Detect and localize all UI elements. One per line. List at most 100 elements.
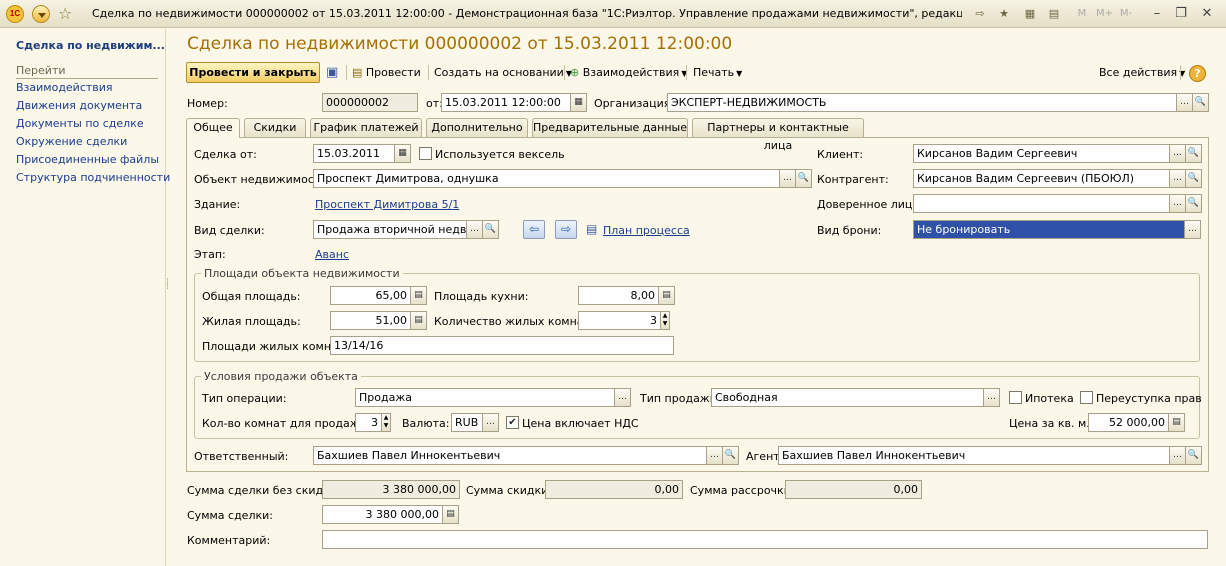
comment-field[interactable] bbox=[322, 530, 1208, 549]
tab-discounts[interactable]: Скидки bbox=[244, 118, 306, 137]
save-icon[interactable]: ▣ bbox=[326, 62, 342, 83]
deal-sum-field[interactable]: 3 380 000,00 bbox=[322, 505, 443, 524]
calendar-icon[interactable]: ▦ bbox=[570, 93, 587, 112]
sale-type-field[interactable]: Свободная bbox=[711, 388, 984, 407]
create-based-on-button[interactable]: Создать на основании ▼ bbox=[434, 62, 572, 83]
nav-item-movements[interactable]: Движения документа bbox=[16, 99, 142, 112]
tab-partners-contacts[interactable]: Партнеры и контактные лица bbox=[692, 118, 864, 152]
select-dots-button[interactable]: … bbox=[1169, 446, 1186, 465]
living-area-field[interactable]: 51,00 bbox=[330, 311, 411, 330]
operation-type-field[interactable]: Продажа bbox=[355, 388, 615, 407]
price-field[interactable]: 52 000,00 bbox=[1088, 413, 1169, 432]
nav-item-subordination[interactable]: Структура подчиненности bbox=[16, 171, 170, 184]
trustee-field[interactable] bbox=[913, 194, 1170, 213]
rooms-count-spinner[interactable]: ▲ ▼ bbox=[660, 311, 670, 330]
room-areas-field[interactable]: 13/14/16 bbox=[330, 336, 674, 355]
all-actions-button[interactable]: Все действия ▼ bbox=[1099, 62, 1185, 83]
minimize-button[interactable]: – bbox=[1146, 5, 1168, 23]
post-button[interactable]: ▤ Провести bbox=[352, 62, 421, 83]
select-dots-button[interactable]: … bbox=[466, 220, 483, 239]
panel-splitter-handle[interactable]: ⁞ ⁞ bbox=[166, 278, 169, 292]
open-search-icon[interactable]: 🔍 bbox=[795, 169, 812, 188]
main-menu-button[interactable] bbox=[32, 5, 50, 23]
vat-checkbox[interactable]: ✔ bbox=[506, 416, 519, 429]
select-dots-button[interactable]: … bbox=[706, 446, 723, 465]
previous-stage-button[interactable]: ⇦ bbox=[523, 220, 545, 239]
calculator-icon[interactable]: ▤ bbox=[442, 505, 459, 524]
organization-field[interactable]: ЭКСПЕРТ-НЕДВИЖИМОСТЬ bbox=[667, 93, 1177, 112]
bill-checkbox[interactable] bbox=[419, 147, 432, 160]
interactions-button[interactable]: ⊕ Взаимодействия ▼ bbox=[570, 62, 687, 83]
agent-field[interactable]: Бахшиев Павел Иннокентьевич bbox=[778, 446, 1170, 465]
select-dots-button[interactable]: … bbox=[482, 413, 499, 432]
mortgage-label: Ипотека bbox=[1025, 392, 1074, 405]
process-plan-link[interactable]: План процесса bbox=[603, 224, 690, 237]
responsible-field[interactable]: Бахшиев Павел Иннокентьевич bbox=[313, 446, 707, 465]
deal-type-field[interactable]: Продажа вторичной недвижи bbox=[313, 220, 467, 239]
select-dots-button[interactable]: … bbox=[1184, 220, 1201, 239]
building-link[interactable]: Проспект Димитрова 5/1 bbox=[315, 198, 459, 211]
close-button[interactable]: ✕ bbox=[1196, 5, 1218, 23]
total-area-field[interactable]: 65,00 bbox=[330, 286, 411, 305]
booking-field[interactable]: Не бронировать bbox=[913, 220, 1185, 239]
object-field[interactable]: Проспект Димитрова, однушка bbox=[313, 169, 780, 188]
tab-general[interactable]: Общее bbox=[186, 118, 240, 138]
rooms-count-field[interactable]: 3 bbox=[578, 311, 661, 330]
client-field[interactable]: Кирсанов Вадим Сергеевич bbox=[913, 144, 1170, 163]
assignment-checkbox[interactable] bbox=[1080, 391, 1093, 404]
memory-plus-button[interactable]: M+ bbox=[1096, 6, 1113, 22]
deal-type-label: Вид сделки: bbox=[194, 224, 265, 237]
next-stage-button[interactable]: ⇨ bbox=[555, 220, 577, 239]
tab-preliminary-data[interactable]: Предварительные данные bbox=[532, 118, 688, 137]
link-arrow-icon[interactable]: ⇨ bbox=[972, 6, 988, 22]
print-button[interactable]: Печать ▼ bbox=[693, 62, 742, 83]
maximize-button[interactable]: ❐ bbox=[1170, 5, 1192, 23]
calculator-icon[interactable]: ▤ bbox=[1168, 413, 1185, 432]
open-search-icon[interactable]: 🔍 bbox=[1185, 194, 1202, 213]
stage-link[interactable]: Аванс bbox=[315, 248, 349, 261]
nav-item-interactions[interactable]: Взаимодействия bbox=[16, 81, 113, 94]
deal-from-field[interactable]: 15.03.2011 bbox=[313, 144, 395, 163]
mortgage-checkbox[interactable] bbox=[1009, 391, 1022, 404]
nav-item-attached-files[interactable]: Присоединенные файлы bbox=[16, 153, 159, 166]
calculator-icon[interactable]: ▤ bbox=[410, 286, 427, 305]
open-search-icon[interactable]: 🔍 bbox=[1185, 169, 1202, 188]
counterparty-field[interactable]: Кирсанов Вадим Сергеевич (ПБОЮЛ) bbox=[913, 169, 1170, 188]
select-dots-button[interactable]: … bbox=[1169, 144, 1186, 163]
kitchen-area-field[interactable]: 8,00 bbox=[578, 286, 659, 305]
select-dots-button[interactable]: … bbox=[1176, 93, 1193, 112]
tab-payment-schedule[interactable]: График платежей bbox=[310, 118, 422, 137]
calendar-icon[interactable]: ▦ bbox=[1022, 6, 1038, 22]
select-dots-button[interactable]: … bbox=[1169, 194, 1186, 213]
nav-item-deal-documents[interactable]: Документы по сделке bbox=[16, 117, 144, 130]
calculator-icon[interactable]: ▤ bbox=[1046, 6, 1062, 22]
interactions-label: Взаимодействия bbox=[582, 66, 680, 79]
tab-additional[interactable]: Дополнительно bbox=[426, 118, 528, 137]
price-label: Цена за кв. м.: bbox=[1009, 417, 1094, 430]
currency-field[interactable]: RUB bbox=[451, 413, 483, 432]
select-dots-button[interactable]: … bbox=[779, 169, 796, 188]
open-search-icon[interactable]: 🔍 bbox=[722, 446, 739, 465]
open-search-icon[interactable]: 🔍 bbox=[1192, 93, 1209, 112]
star-icon[interactable]: ★ bbox=[996, 6, 1012, 22]
open-search-icon[interactable]: 🔍 bbox=[1185, 144, 1202, 163]
select-dots-button[interactable]: … bbox=[983, 388, 1000, 407]
rooms-for-sale-spinner[interactable]: ▲ ▼ bbox=[381, 413, 391, 432]
select-dots-button[interactable]: … bbox=[1169, 169, 1186, 188]
open-search-icon[interactable]: 🔍 bbox=[1185, 446, 1202, 465]
memory-minus-button[interactable]: M- bbox=[1118, 6, 1134, 22]
post-and-close-button[interactable]: Провести и закрыть bbox=[186, 62, 320, 83]
help-button[interactable]: ? bbox=[1189, 65, 1206, 82]
date-field[interactable]: 15.03.2011 12:00:00 bbox=[441, 93, 571, 112]
app-logo-icon[interactable]: 1С bbox=[6, 5, 24, 23]
select-dots-button[interactable]: … bbox=[614, 388, 631, 407]
number-field[interactable]: 000000002 bbox=[322, 93, 418, 112]
favorite-star-icon[interactable]: ☆ bbox=[58, 5, 76, 23]
nav-item-deal-environment[interactable]: Окружение сделки bbox=[16, 135, 127, 148]
calculator-icon[interactable]: ▤ bbox=[658, 286, 675, 305]
memory-m-button[interactable]: M bbox=[1074, 6, 1090, 22]
calculator-icon[interactable]: ▤ bbox=[410, 311, 427, 330]
calendar-icon[interactable]: ▦ bbox=[394, 144, 411, 163]
rooms-for-sale-field[interactable]: 3 bbox=[355, 413, 382, 432]
open-search-icon[interactable]: 🔍 bbox=[482, 220, 499, 239]
